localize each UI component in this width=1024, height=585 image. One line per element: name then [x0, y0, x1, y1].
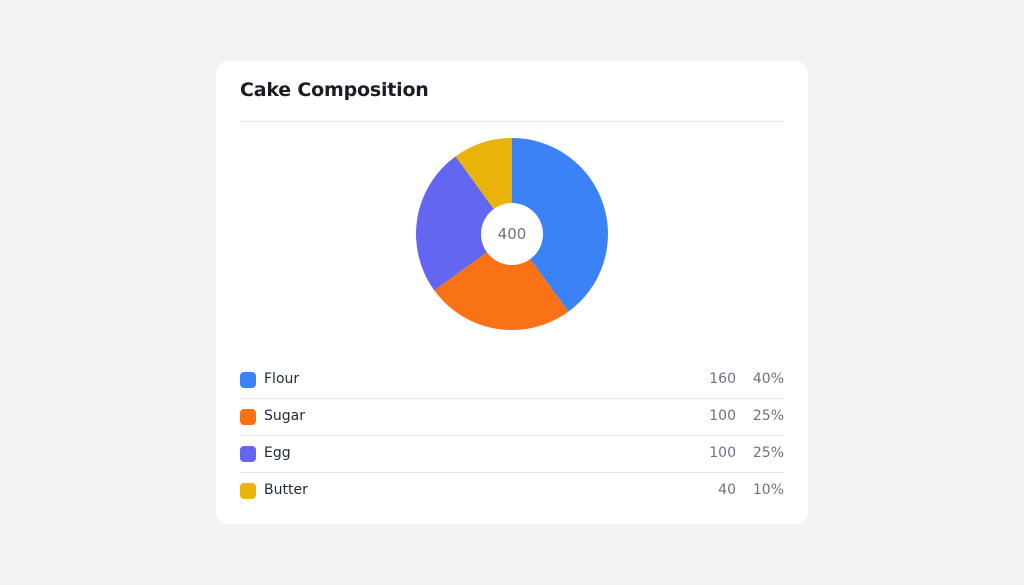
legend-value: 100 — [709, 408, 736, 424]
legend-row-flour: Flour 160 40% — [240, 362, 784, 399]
legend-value: 40 — [718, 482, 736, 498]
legend-swatch — [240, 446, 256, 462]
legend-percent: 40% — [752, 371, 784, 387]
pie-chart: 400 — [416, 138, 609, 330]
legend-row-egg: Egg 100 25% — [240, 436, 784, 473]
legend-label: Butter — [264, 482, 308, 498]
chart-card: Cake Composition 400 Flour 160 40% Sugar… — [216, 61, 808, 524]
legend-list: Flour 160 40% Sugar 100 25% Egg 100 25% … — [240, 362, 784, 510]
legend-value: 100 — [709, 445, 736, 461]
legend-label: Sugar — [264, 408, 305, 424]
legend-swatch — [240, 372, 256, 388]
legend-row-butter: Butter 40 10% — [240, 473, 784, 510]
legend-percent: 10% — [752, 482, 784, 498]
center-total-label: 400 — [498, 225, 527, 243]
legend-percent: 25% — [752, 445, 784, 461]
legend-swatch — [240, 483, 256, 499]
legend-label: Flour — [264, 371, 300, 387]
legend-label: Egg — [264, 445, 291, 461]
legend-percent: 25% — [752, 408, 784, 424]
legend-swatch — [240, 409, 256, 425]
legend-value: 160 — [709, 371, 736, 387]
legend-row-sugar: Sugar 100 25% — [240, 399, 784, 436]
